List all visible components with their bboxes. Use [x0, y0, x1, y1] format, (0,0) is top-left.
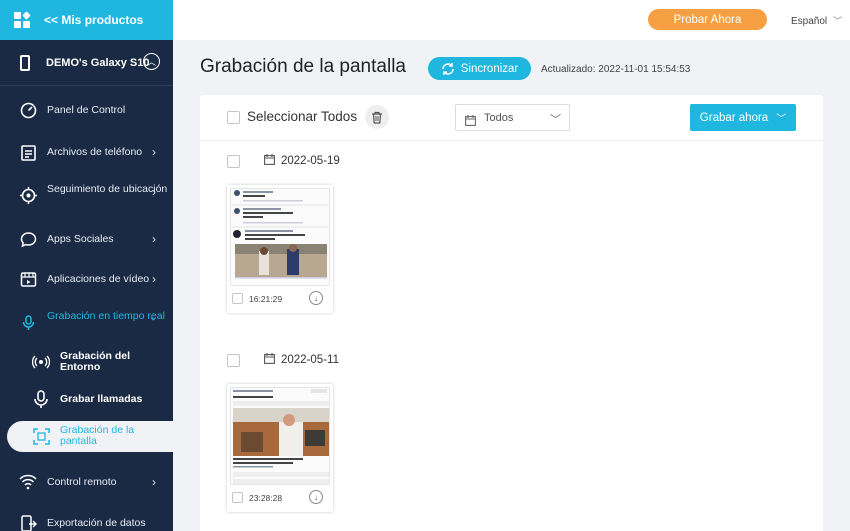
chevron-right-icon: › [152, 145, 156, 159]
sidebar-item-social[interactable]: Apps Sociales › [0, 229, 173, 249]
download-icon[interactable]: ↓ [309, 291, 323, 305]
last-updated: Actualizado: 2022-11-01 15:54:53 [541, 64, 691, 75]
sidebar-subitem-screen-recording[interactable]: Grabación de la pantalla [7, 421, 173, 452]
recording-time: 16:21:29 [249, 294, 283, 304]
chevron-up-icon[interactable]: ︿ [143, 53, 160, 70]
language-selector[interactable]: Español ﹀ [791, 14, 842, 27]
sidebar-item-label: Seguimiento de ubicación [47, 183, 168, 195]
video-icon [19, 270, 37, 288]
sidebar-item-location[interactable]: Seguimiento de ubicación › [0, 182, 173, 208]
calendar-icon [264, 152, 275, 170]
refresh-icon [441, 62, 454, 75]
recording-card[interactable]: 23:28:28 ↓ [227, 384, 333, 512]
sidebar-item-label: Panel de Control [47, 104, 126, 116]
chat-bubble-icon [19, 230, 37, 248]
trash-icon [372, 111, 382, 124]
date-group-label: 2022-05-11 [281, 354, 339, 366]
chevron-right-icon: › [152, 475, 156, 489]
device-selector[interactable]: DEMO's Galaxy S10 ︿ [0, 40, 173, 86]
sidebar-subitem-calls[interactable]: Grabar llamadas [0, 389, 173, 411]
calendar-icon [264, 351, 275, 369]
select-all-label[interactable]: Seleccionar Todos [247, 109, 357, 124]
date-group-header: 2022-05-19 [227, 153, 340, 169]
chevron-down-icon: ﹀ [550, 114, 561, 126]
panel-toolbar: Seleccionar Todos Todos ﹀ Grabar ahora ﹀ [200, 95, 823, 141]
sidebar-item-video-apps[interactable]: Aplicaciones de vídeo › [0, 269, 173, 289]
delete-button[interactable] [365, 105, 389, 129]
location-target-icon [19, 186, 37, 204]
sidebar-item-export[interactable]: Exportación de datos [0, 513, 173, 531]
dashboard-icon [19, 101, 37, 119]
sidebar-item-realtime-recording[interactable]: Grabación en tiempo real › [0, 309, 173, 335]
sidebar-item-label: Apps Sociales [47, 233, 114, 245]
sidebar-item-label: Control remoto [47, 476, 117, 488]
date-group-header: 2022-05-11 [227, 352, 339, 368]
recording-checkbox[interactable] [232, 293, 243, 304]
date-filter-value: Todos [484, 112, 514, 124]
sync-label: Sincronizar [460, 62, 519, 75]
sidebar-item-label: Aplicaciones de vídeo [47, 273, 150, 285]
sidebar-item-label: Exportación de datos [47, 517, 146, 529]
language-label: Español [791, 16, 828, 27]
download-icon[interactable]: ↓ [309, 490, 323, 504]
calendar-icon [465, 113, 476, 131]
date-group-checkbox[interactable] [227, 353, 240, 367]
ambient-sound-icon [32, 353, 50, 371]
sidebar-item-panel[interactable]: Panel de Control [0, 100, 173, 120]
sidebar-item-label: Archivos de teléfono [47, 146, 143, 158]
sidebar-subitem-ambient[interactable]: Grabación del Entorno [0, 349, 173, 375]
chevron-right-icon: › [152, 272, 156, 286]
device-name: DEMO's Galaxy S10 [46, 56, 150, 69]
page-title: Grabación de la pantalla [200, 56, 406, 77]
chevron-down-icon: › [147, 317, 161, 321]
products-bar[interactable]: << Mis productos [0, 0, 173, 40]
sidebar-item-phone-files[interactable]: Archivos de teléfono › [0, 142, 173, 162]
clipboard-icon [19, 143, 37, 161]
chevron-down-icon: ﹀ [776, 114, 787, 125]
recording-time: 23:28:28 [249, 493, 283, 503]
chevron-down-icon: ﹀ [833, 16, 843, 26]
chevron-right-icon: › [152, 232, 156, 246]
sidebar-subitem-label: Grabación del Entorno [60, 350, 131, 373]
recordings-panel: Seleccionar Todos Todos ﹀ Grabar ahora ﹀… [200, 95, 823, 531]
export-phone-icon [19, 514, 37, 531]
sidebar-item-remote-control[interactable]: Control remoto › [0, 472, 173, 492]
sidebar-subitem-label: Grabación de la pantalla [60, 424, 135, 447]
sidebar: << Mis productos DEMO's Galaxy S10 ︿ Pan… [0, 0, 173, 531]
my-products-link[interactable]: << Mis productos [44, 13, 143, 27]
sync-button[interactable]: Sincronizar [428, 57, 531, 80]
record-now-button[interactable]: Grabar ahora ﹀ [690, 104, 796, 131]
screenshot-thumbnail[interactable] [230, 188, 330, 286]
recording-checkbox[interactable] [232, 492, 243, 503]
top-bar: Probar Ahora Español ﹀ [173, 0, 850, 40]
date-filter-select[interactable]: Todos ﹀ [455, 104, 570, 131]
recording-card[interactable]: 16:21:29 ↓ [227, 185, 333, 313]
screen-capture-icon [32, 427, 50, 445]
record-now-label: Grabar ahora [699, 111, 769, 124]
apps-grid-icon[interactable] [0, 0, 44, 40]
microphone-icon [32, 390, 50, 408]
wifi-signal-icon [19, 473, 37, 491]
try-now-button[interactable]: Probar Ahora [648, 9, 767, 30]
screenshot-thumbnail[interactable] [230, 387, 330, 485]
date-group-label: 2022-05-19 [281, 155, 340, 167]
date-group-checkbox[interactable] [227, 154, 240, 168]
chevron-right-icon: › [152, 185, 156, 199]
phone-icon [20, 54, 30, 71]
sidebar-subitem-label: Grabar llamadas [60, 393, 143, 405]
microphone-broadcast-icon [19, 313, 37, 331]
select-all-checkbox[interactable] [227, 111, 240, 124]
